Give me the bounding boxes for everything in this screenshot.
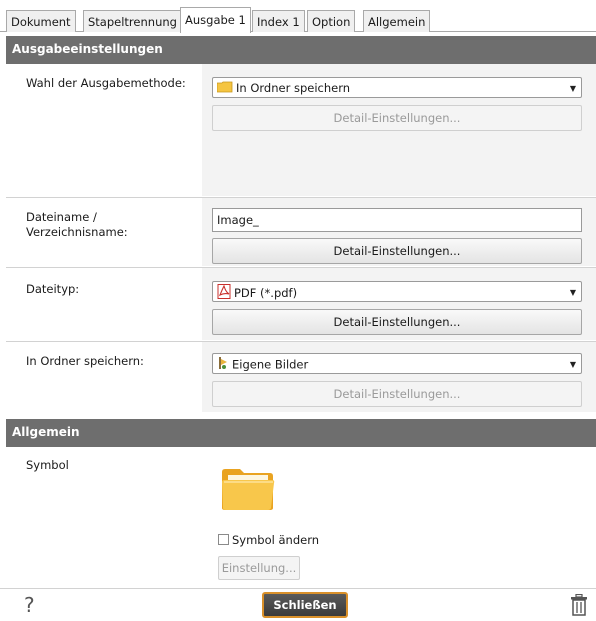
general-header: Allgemein [6,419,596,447]
filetype-select[interactable]: PDF (*.pdf) ▼ [212,281,582,302]
close-button[interactable]: Schließen [262,592,348,618]
tab-option[interactable]: Option [307,10,356,32]
save-folder-value: Eigene Bilder [232,357,309,372]
filename-detail-button[interactable]: Detail-Einstellungen... [212,238,582,264]
trash-icon[interactable] [570,593,588,616]
filetype-detail-button[interactable]: Detail-Einstellungen... [212,309,582,335]
tab-ausgabe-1[interactable]: Ausgabe 1 [180,7,251,33]
save-folder-label: In Ordner speichern: [26,354,144,368]
dropdown-caret-icon: ▼ [569,288,576,297]
filetype-label: Dateityp: [26,282,80,296]
output-method-value: In Ordner speichern [236,81,351,95]
help-icon[interactable]: ? [24,593,35,617]
tab-bar: Dokument Stapeltrennung Ausgabe 1 Index … [0,0,596,33]
tab-allgemein[interactable]: Allgemein [363,10,431,32]
change-symbol-label: Symbol ändern [232,533,320,547]
output-method-select[interactable]: In Ordner speichern ▼ [212,77,582,98]
tab-stapeltrennung[interactable]: Stapeltrennung [83,10,182,32]
row-divider [6,267,596,268]
folder-icon [216,81,233,97]
row-divider [6,197,596,198]
filetype-value: PDF (*.pdf) [234,286,298,300]
pdf-icon [217,284,231,303]
symbol-settings-button[interactable]: Einstellung... [218,556,300,580]
dropdown-caret-icon: ▼ [569,360,576,369]
save-folder-detail-button[interactable]: Detail-Einstellungen... [212,381,582,407]
symbol-label: Symbol [26,458,69,472]
filename-input[interactable] [212,208,582,232]
output-method-label: Wahl der Ausgabemethode: [26,76,186,90]
footer-bar: ? Schließen [0,588,596,621]
folder-icon [220,466,276,512]
change-symbol-row[interactable]: Symbol ändern [218,533,319,547]
change-symbol-checkbox[interactable] [218,534,229,545]
pictures-folder-icon [217,356,229,374]
method-detail-button[interactable]: Detail-Einstellungen... [212,105,582,131]
save-folder-select[interactable]: Eigene Bilder ▼ [212,353,582,374]
tab-dokument[interactable]: Dokument [6,10,76,32]
row-divider [6,341,596,342]
tab-index-1[interactable]: Index 1 [252,10,305,32]
output-settings-header: Ausgabeeinstellungen [6,36,596,64]
filename-label-line-2: Verzeichnisname: [26,225,128,239]
filename-label: Dateiname / Verzeichnisname: [26,210,128,240]
dropdown-caret-icon: ▼ [569,84,576,93]
filename-label-line-1: Dateiname / [26,210,97,224]
